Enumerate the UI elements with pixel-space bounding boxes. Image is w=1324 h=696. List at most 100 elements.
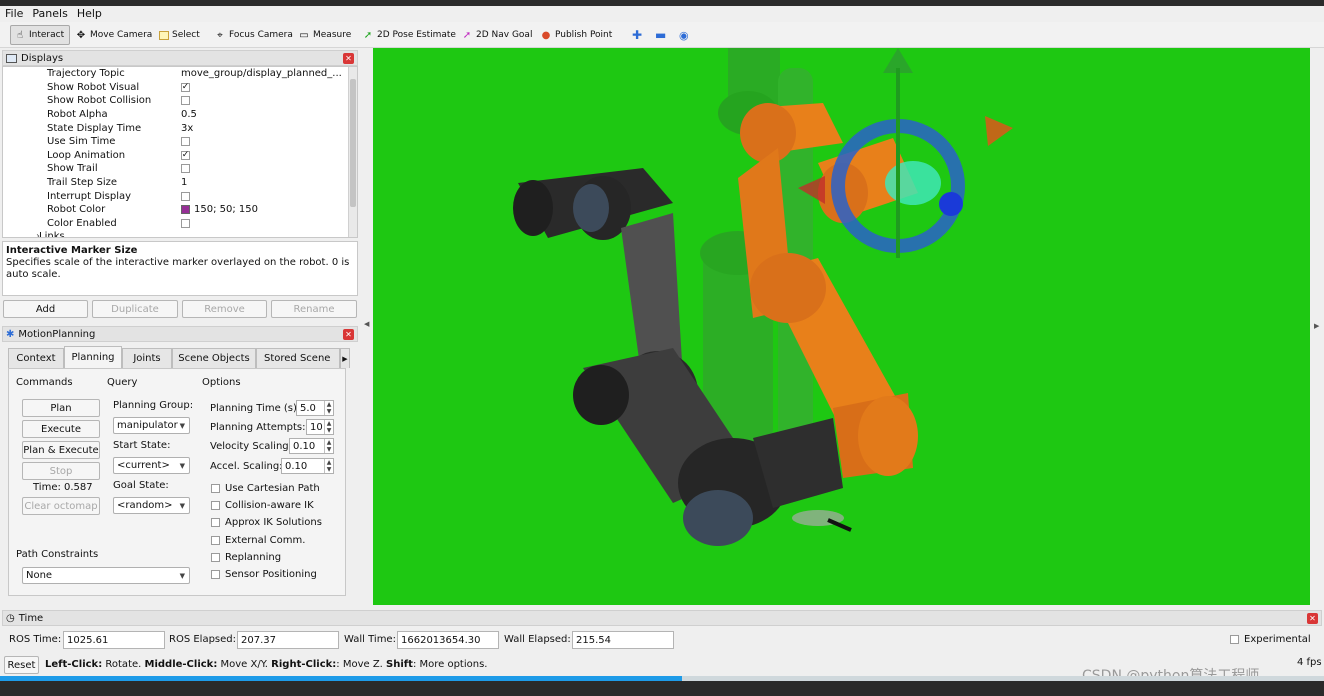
- ros-elapsed-field[interactable]: 207.37: [237, 631, 339, 649]
- property-checkbox[interactable]: ✓: [181, 150, 190, 160]
- remove-display-button[interactable]: Remove: [182, 300, 267, 318]
- tab-scroll-right-icon[interactable]: ▶: [340, 348, 350, 368]
- property-row[interactable]: Show Robot Collision: [3, 94, 357, 108]
- pose-estimate-tool[interactable]: ➚ 2D Pose Estimate: [359, 25, 459, 45]
- wall-time-field[interactable]: 1662013654.30: [397, 631, 499, 649]
- eye-icon[interactable]: ◉: [676, 25, 692, 45]
- move-camera-tool[interactable]: ✥ Move Camera: [72, 25, 155, 45]
- property-row[interactable]: Use Sim Time: [3, 135, 357, 149]
- menu-panels[interactable]: Panels: [27, 6, 71, 22]
- remove-tool-icon[interactable]: ▬: [652, 25, 669, 45]
- tab-stored-scenes[interactable]: Stored Scene: [256, 348, 340, 368]
- option-checkbox[interactable]: [211, 535, 220, 545]
- tab-scene-objects[interactable]: Scene Objects: [172, 348, 256, 368]
- planning-attempts-spinbox[interactable]: 10 ▲ ▼: [306, 419, 334, 435]
- experimental-checkbox[interactable]: [1230, 635, 1239, 644]
- property-row[interactable]: Trail Step Size 1: [3, 176, 357, 190]
- stop-button[interactable]: Stop: [22, 462, 100, 480]
- property-checkbox[interactable]: [181, 96, 190, 106]
- option-item[interactable]: External Comm.: [211, 535, 305, 546]
- wall-elapsed-field[interactable]: 215.54: [572, 631, 674, 649]
- ros-time-field[interactable]: 1025.61: [63, 631, 165, 649]
- focus-camera-tool[interactable]: ⌖ Focus Camera: [211, 25, 296, 45]
- nav-goal-tool[interactable]: ➚ 2D Nav Goal: [458, 25, 535, 45]
- property-row[interactable]: State Display Time 3x: [3, 121, 357, 135]
- option-checkbox[interactable]: [211, 570, 220, 579]
- scrollbar-thumb[interactable]: [350, 79, 356, 207]
- add-display-button[interactable]: Add: [3, 300, 88, 318]
- planning-time-spinbox[interactable]: 5.0 ▲ ▼: [296, 400, 334, 416]
- property-row[interactable]: Robot Alpha 0.5: [3, 108, 357, 122]
- property-scrollbar[interactable]: [348, 67, 357, 237]
- rename-display-button[interactable]: Rename: [271, 300, 357, 318]
- close-icon[interactable]: ✕: [1307, 613, 1318, 624]
- robot-scene[interactable]: [373, 48, 1310, 605]
- tab-joints[interactable]: Joints: [122, 348, 172, 368]
- duplicate-display-button[interactable]: Duplicate: [92, 300, 178, 318]
- goal-state-select[interactable]: <random> ▼: [113, 497, 190, 514]
- option-item[interactable]: Collision-aware IK: [211, 500, 314, 511]
- property-checkbox[interactable]: [181, 137, 190, 147]
- property-value[interactable]: [181, 191, 357, 201]
- property-value[interactable]: 150; 50; 150: [181, 204, 357, 215]
- plan-button[interactable]: Plan: [22, 399, 100, 417]
- property-row[interactable]: Interrupt Display: [3, 189, 357, 203]
- property-value[interactable]: 1: [181, 177, 357, 188]
- menu-help[interactable]: Help: [72, 6, 106, 22]
- measure-tool[interactable]: ▭ Measure: [295, 25, 354, 45]
- clear-octomap-button[interactable]: Clear octomap: [22, 497, 100, 515]
- add-tool-icon[interactable]: ✚: [629, 25, 645, 45]
- reset-button[interactable]: Reset: [4, 656, 39, 674]
- property-checkbox[interactable]: [181, 218, 190, 228]
- spin-arrows-icon[interactable]: ▲ ▼: [324, 401, 333, 415]
- property-value[interactable]: [181, 218, 357, 228]
- property-row[interactable]: Robot Color 150; 50; 150: [3, 203, 357, 217]
- property-row[interactable]: › Links: [3, 230, 357, 237]
- spin-arrows-icon[interactable]: ▲ ▼: [324, 459, 333, 473]
- property-row[interactable]: Color Enabled: [3, 217, 357, 231]
- path-constraints-select[interactable]: None ▼: [22, 567, 190, 584]
- close-icon[interactable]: ✕: [343, 53, 354, 64]
- close-icon[interactable]: ✕: [343, 329, 354, 340]
- option-checkbox[interactable]: [211, 501, 220, 511]
- select-tool[interactable]: Select: [156, 25, 203, 45]
- start-state-select[interactable]: <current> ▼: [113, 457, 190, 474]
- color-swatch[interactable]: [181, 205, 190, 215]
- property-value[interactable]: [181, 96, 357, 106]
- option-item[interactable]: Approx IK Solutions: [211, 517, 322, 528]
- property-value[interactable]: ✓: [181, 150, 357, 160]
- collapse-left-icon[interactable]: ◀: [364, 320, 369, 328]
- option-item[interactable]: Replanning: [211, 552, 281, 563]
- option-checkbox[interactable]: [211, 484, 220, 493]
- plan-execute-button[interactable]: Plan & Execute: [22, 441, 100, 459]
- property-value[interactable]: 3x: [181, 123, 357, 134]
- accel-scaling-spinbox[interactable]: 0.10 ▲ ▼: [281, 458, 334, 474]
- publish-point-tool[interactable]: ● Publish Point: [537, 25, 615, 45]
- collapse-right-icon[interactable]: ▶: [1314, 322, 1319, 330]
- property-value[interactable]: ✓: [181, 82, 357, 92]
- option-item[interactable]: Sensor Positioning: [211, 569, 317, 580]
- interact-tool[interactable]: ☝ Interact: [10, 25, 70, 45]
- property-checkbox[interactable]: [181, 164, 190, 174]
- velocity-scaling-spinbox[interactable]: 0.10 ▲ ▼: [289, 438, 334, 454]
- property-value[interactable]: move_group/display_planned_...: [181, 68, 357, 79]
- property-row[interactable]: Loop Animation ✓: [3, 149, 357, 163]
- property-row[interactable]: Trajectory Topic move_group/display_plann…: [3, 67, 357, 81]
- option-checkbox[interactable]: [211, 552, 220, 562]
- expand-arrow-icon[interactable]: ›: [36, 231, 40, 237]
- property-row[interactable]: Show Trail: [3, 162, 357, 176]
- property-value[interactable]: [181, 137, 357, 147]
- spin-arrows-icon[interactable]: ▲ ▼: [324, 439, 333, 453]
- menu-file[interactable]: File: [0, 6, 27, 22]
- property-value[interactable]: 0.5: [181, 109, 357, 120]
- tab-planning[interactable]: Planning: [64, 346, 122, 368]
- planning-group-select[interactable]: manipulator ▼: [113, 417, 190, 434]
- spin-arrows-icon[interactable]: ▲ ▼: [324, 420, 333, 434]
- property-checkbox[interactable]: ✓: [181, 82, 190, 92]
- property-value[interactable]: [181, 164, 357, 174]
- option-checkbox[interactable]: [211, 518, 220, 528]
- 3d-viewport[interactable]: [373, 48, 1310, 605]
- property-checkbox[interactable]: [181, 191, 190, 201]
- execute-button[interactable]: Execute: [22, 420, 100, 438]
- property-row[interactable]: Show Robot Visual ✓: [3, 81, 357, 95]
